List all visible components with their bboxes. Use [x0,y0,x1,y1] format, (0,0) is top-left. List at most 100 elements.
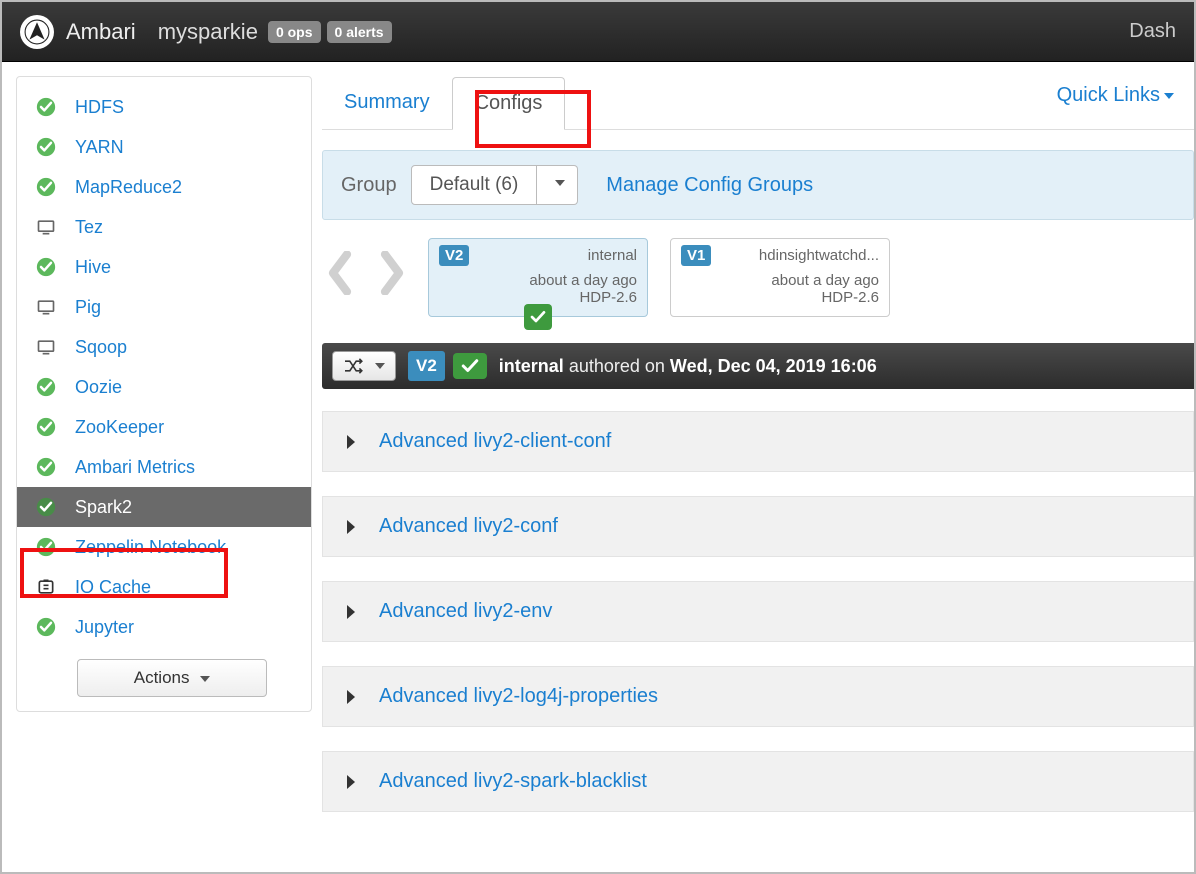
top-navbar: Ambari mysparkie 0 ops 0 alerts Dash [2,2,1194,62]
sidebar-item-label: MapReduce2 [75,177,182,198]
version-card[interactable]: V1 hdinsightwatchd... about a day agoHDP-2… [670,238,890,317]
logo-icon [24,19,50,45]
disclosure-triangle-icon [347,605,355,619]
sidebar-item-label: YARN [75,137,124,158]
brand-label[interactable]: Ambari [66,19,136,45]
client-icon [35,336,57,358]
service-tabs: Summary Configs Quick Links [322,76,1194,130]
services-actions-button[interactable]: Actions [77,659,267,697]
group-selected-value: Default (6) [411,165,538,205]
sidebar-item-label: Jupyter [75,617,134,638]
current-version-bar: V2 internal authored on Wed, Dec 04, 201… [322,343,1194,389]
sidebar-item-label: Tez [75,217,103,238]
sidebar-item-io-cache[interactable]: IO Cache [17,567,311,607]
group-label: Group [341,174,397,197]
status-ok-icon [35,176,57,198]
cluster-name[interactable]: mysparkie [158,19,258,45]
disclosure-triangle-icon [347,520,355,534]
status-ok-icon [35,136,57,158]
version-current-check [524,304,552,330]
status-ok-icon [35,616,57,638]
sidebar-item-spark2[interactable]: Spark2 [17,487,311,527]
group-dropdown-toggle[interactable] [537,165,578,205]
sidebar-item-hive[interactable]: Hive [17,247,311,287]
sidebar-item-mapreduce2[interactable]: MapReduce2 [17,167,311,207]
config-section[interactable]: Advanced livy2-spark-blacklist [322,751,1194,812]
disclosure-triangle-icon [347,690,355,704]
config-section-label: Advanced livy2-client-conf [379,430,611,453]
version-stack: HDP-2.6 [681,289,879,306]
version-author: hdinsightwatchd... [759,247,879,264]
disclosure-triangle-icon [347,435,355,449]
sidebar-item-hdfs[interactable]: HDFS [17,87,311,127]
status-ok-icon [35,496,57,518]
sidebar-item-label: IO Cache [75,577,151,598]
status-ok-icon [35,456,57,478]
main-panel: Summary Configs Quick Links Group Defaul… [312,62,1194,872]
sidebar-item-oozie[interactable]: Oozie [17,367,311,407]
versions-prev[interactable] [324,251,356,305]
config-group-bar: Group Default (6) Manage Config Groups [322,150,1194,220]
caret-down-icon [555,180,565,186]
sidebar-item-jupyter[interactable]: Jupyter [17,607,311,647]
config-versions-row: V2internalabout a day agoHDP-2.6V1hdinsi… [322,238,1194,317]
sidebar-item-sqoop[interactable]: Sqoop [17,327,311,367]
quick-links-dropdown[interactable]: Quick Links [1057,84,1194,121]
sidebar-item-pig[interactable]: Pig [17,287,311,327]
chevron-left-icon [326,251,354,295]
config-sections: Advanced livy2-client-conf Advanced livy2… [322,411,1194,812]
compare-versions-button[interactable] [332,351,396,381]
quick-links-label: Quick Links [1057,84,1160,106]
version-card[interactable]: V2internalabout a day agoHDP-2.6 [428,238,648,317]
alerts-badge[interactable]: 0 alerts [327,21,392,43]
chevron-right-icon [378,251,406,295]
version-badge: V1 [681,245,711,266]
disclosure-triangle-icon [347,775,355,789]
shuffle-icon [343,358,363,374]
sidebar-item-ambari-metrics[interactable]: Ambari Metrics [17,447,311,487]
check-icon [461,358,479,374]
sidebar-item-tez[interactable]: Tez [17,207,311,247]
sidebar-item-label: ZooKeeper [75,417,164,438]
sidebar-item-zookeeper[interactable]: ZooKeeper [17,407,311,447]
client-icon [35,216,57,238]
version-author: internal [588,247,637,264]
status-ok-icon [35,376,57,398]
sidebar-item-label: Spark2 [75,497,132,518]
config-section-label: Advanced livy2-conf [379,515,558,538]
tab-configs[interactable]: Configs [452,77,566,130]
caret-down-icon [375,363,385,369]
config-section-label: Advanced livy2-env [379,600,552,623]
config-section-label: Advanced livy2-log4j-properties [379,685,658,708]
versions-next[interactable] [376,251,408,305]
config-section[interactable]: Advanced livy2-env [322,581,1194,642]
config-section[interactable]: Advanced livy2-conf [322,496,1194,557]
cache-icon [35,576,57,598]
current-version-check [453,353,487,379]
current-version-author: internal authored on Wed, Dec 04, 2019 1… [499,356,877,377]
sidebar-item-zeppelin-notebook[interactable]: Zeppelin Notebook [17,527,311,567]
config-section[interactable]: Advanced livy2-client-conf [322,411,1194,472]
caret-down-icon [1164,93,1174,99]
actions-label: Actions [134,668,190,687]
status-ok-icon [35,536,57,558]
sidebar-item-label: Oozie [75,377,122,398]
sidebar-item-label: Sqoop [75,337,127,358]
sidebar-item-label: Ambari Metrics [75,457,195,478]
group-select[interactable]: Default (6) [411,165,579,205]
config-section-label: Advanced livy2-spark-blacklist [379,770,647,793]
version-badge: V2 [439,245,469,266]
sidebar-item-yarn[interactable]: YARN [17,127,311,167]
version-timestamp: about a day ago [439,272,637,289]
current-version-badge: V2 [408,351,445,381]
status-ok-icon [35,256,57,278]
manage-config-groups-link[interactable]: Manage Config Groups [606,174,813,197]
ops-badge[interactable]: 0 ops [268,21,321,43]
version-timestamp: about a day ago [681,272,879,289]
ambari-logo[interactable] [20,15,54,49]
config-section[interactable]: Advanced livy2-log4j-properties [322,666,1194,727]
tab-summary[interactable]: Summary [322,77,452,128]
status-ok-icon [35,96,57,118]
sidebar-item-label: HDFS [75,97,124,118]
nav-dashboard-link[interactable]: Dash [1129,20,1176,43]
